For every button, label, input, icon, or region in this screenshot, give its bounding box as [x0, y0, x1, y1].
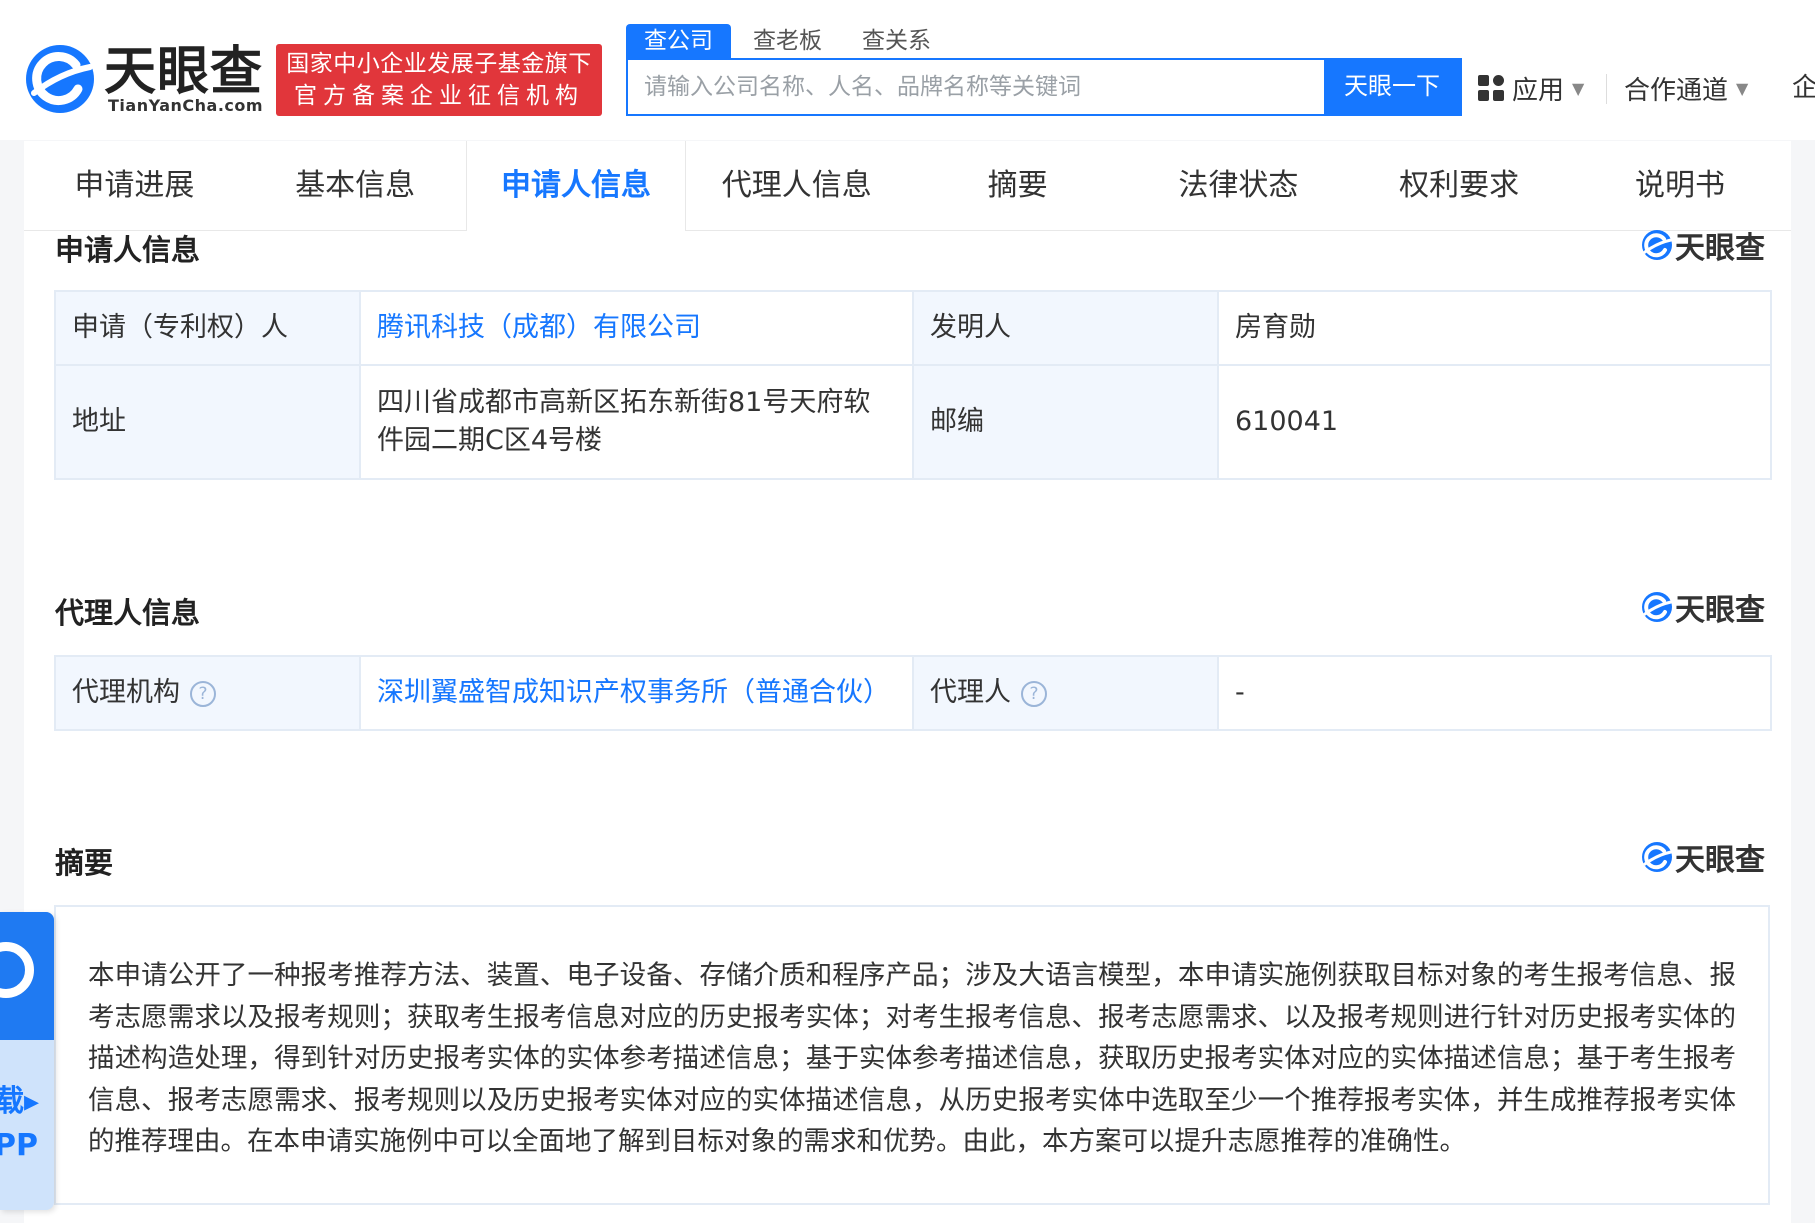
search-tab-relation[interactable]: 查关系	[844, 24, 949, 58]
watermark-text: 天眼查	[1675, 843, 1765, 878]
applicant-section-title: 申请人信息	[55, 233, 201, 267]
help-icon[interactable]: ?	[1021, 680, 1047, 707]
tab-legal-status[interactable]: 法律状态	[1128, 141, 1349, 231]
inventor-value: 房育勋	[1217, 290, 1772, 366]
address-label: 地址	[54, 364, 361, 480]
agent-table: 代理机构? 深圳翼盛智成知识产权事务所（普通合伙） 代理人? -	[54, 655, 1772, 731]
apps-menu[interactable]: 应用 ▼	[1478, 70, 1584, 106]
abstract-section-title: 摘要	[55, 846, 114, 880]
header-divider	[1606, 74, 1607, 104]
app-banner-top	[0, 912, 54, 1040]
table-row: 申请（专利权）人 腾讯科技（成都）有限公司 发明人 房育勋	[54, 290, 1772, 366]
enterprise-menu-cut[interactable]: 企	[1792, 70, 1815, 106]
tab-progress[interactable]: 申请进展	[24, 141, 245, 231]
table-row: 代理机构? 深圳翼盛智成知识产权事务所（普通合伙） 代理人? -	[54, 655, 1772, 731]
coop-menu[interactable]: 合作通道 ▼	[1624, 70, 1748, 106]
tab-agent-info[interactable]: 代理人信息	[686, 141, 907, 231]
apps-label: 应用	[1512, 75, 1565, 106]
chevron-down-icon: ▼	[1572, 78, 1585, 98]
postcode-value: 610041	[1217, 364, 1772, 480]
agent-value: -	[1217, 655, 1772, 731]
official-badge: 国家中小企业发展子基金旗下 官方备案企业征信机构	[276, 44, 602, 116]
coop-label: 合作通道	[1624, 75, 1729, 106]
main-content: 申请人信息 天眼查 申请（专利权）人 腾讯科技（成都）有限公司 发明人 房育勋 …	[24, 230, 1791, 1223]
chevron-down-icon: ▼	[1736, 78, 1749, 98]
agency-label: 代理机构	[72, 677, 180, 708]
top-header: 天眼查 TianYanCha.com 国家中小企业发展子基金旗下 官方备案企业征…	[0, 0, 1815, 140]
watermark-logo: 天眼查	[1641, 839, 1765, 878]
abstract-text: 本申请公开了一种报考推荐方法、装置、电子设备、存储介质和程序产品；涉及大语言模型…	[54, 905, 1770, 1205]
watermark-logo: 天眼查	[1641, 589, 1765, 628]
tab-claims[interactable]: 权利要求	[1349, 141, 1570, 231]
table-row: 地址 四川省成都市高新区拓东新街81号天府软件园二期C区4号楼 邮编 61004…	[54, 364, 1772, 480]
agent-label: 代理人	[930, 677, 1011, 708]
logo-domain: TianYanCha.com	[108, 96, 264, 115]
tianyancha-logo-icon	[1642, 230, 1673, 260]
agent-section-title: 代理人信息	[55, 596, 201, 630]
tianyancha-logo-icon	[1642, 842, 1673, 872]
inventor-label: 发明人	[912, 290, 1219, 366]
tab-applicant-info[interactable]: 申请人信息	[465, 141, 687, 231]
address-value: 四川省成都市高新区拓东新街81号天府软件园二期C区4号楼	[359, 364, 914, 480]
agency-link[interactable]: 深圳翼盛智成知识产权事务所（普通合伙）	[359, 655, 914, 731]
search-tab-boss[interactable]: 查老板	[735, 24, 840, 58]
tab-abstract[interactable]: 摘要	[907, 141, 1128, 231]
postcode-label: 邮编	[912, 364, 1219, 480]
applicant-company-link[interactable]: 腾讯科技（成都）有限公司	[359, 290, 914, 366]
app-logo-icon	[0, 942, 34, 998]
download-app-line1: 载▸	[0, 1084, 40, 1119]
search-input[interactable]	[628, 60, 1418, 114]
search-button[interactable]: 天眼一下	[1324, 58, 1460, 116]
applicant-label: 申请（专利权）人	[54, 290, 361, 366]
badge-line2: 官方备案企业征信机构	[294, 83, 584, 109]
watermark-text: 天眼查	[1675, 593, 1765, 628]
download-app-text: 载▸ PP	[0, 1080, 39, 1168]
search-tabs: 查公司 查老板 查关系	[626, 24, 953, 58]
watermark-logo: 天眼查	[1641, 227, 1765, 266]
watermark-text: 天眼查	[1675, 231, 1765, 266]
agency-label-cell: 代理机构?	[54, 655, 361, 731]
site-logo[interactable]: 天眼查 TianYanCha.com	[24, 40, 279, 120]
tab-basic-info[interactable]: 基本信息	[245, 141, 466, 231]
apps-grid-icon	[1478, 75, 1504, 101]
logo-name: 天眼查	[104, 42, 264, 102]
patent-nav-tabs: 申请进展 基本信息 申请人信息 代理人信息 摘要 法律状态 权利要求 说明书	[24, 141, 1791, 231]
tianyancha-logo-icon	[1642, 592, 1673, 622]
download-app-float[interactable]: 载▸ PP	[0, 912, 54, 1210]
help-icon[interactable]: ?	[190, 680, 216, 707]
badge-line1: 国家中小企业发展子基金旗下	[286, 51, 592, 77]
agent-label-cell: 代理人?	[912, 655, 1219, 731]
tianyancha-logo-icon	[26, 45, 94, 113]
download-app-line2: PP	[0, 1128, 38, 1163]
tab-description[interactable]: 说明书	[1570, 141, 1791, 231]
search-tab-company[interactable]: 查公司	[626, 24, 731, 58]
applicant-table: 申请（专利权）人 腾讯科技（成都）有限公司 发明人 房育勋 地址 四川省成都市高…	[54, 290, 1772, 480]
